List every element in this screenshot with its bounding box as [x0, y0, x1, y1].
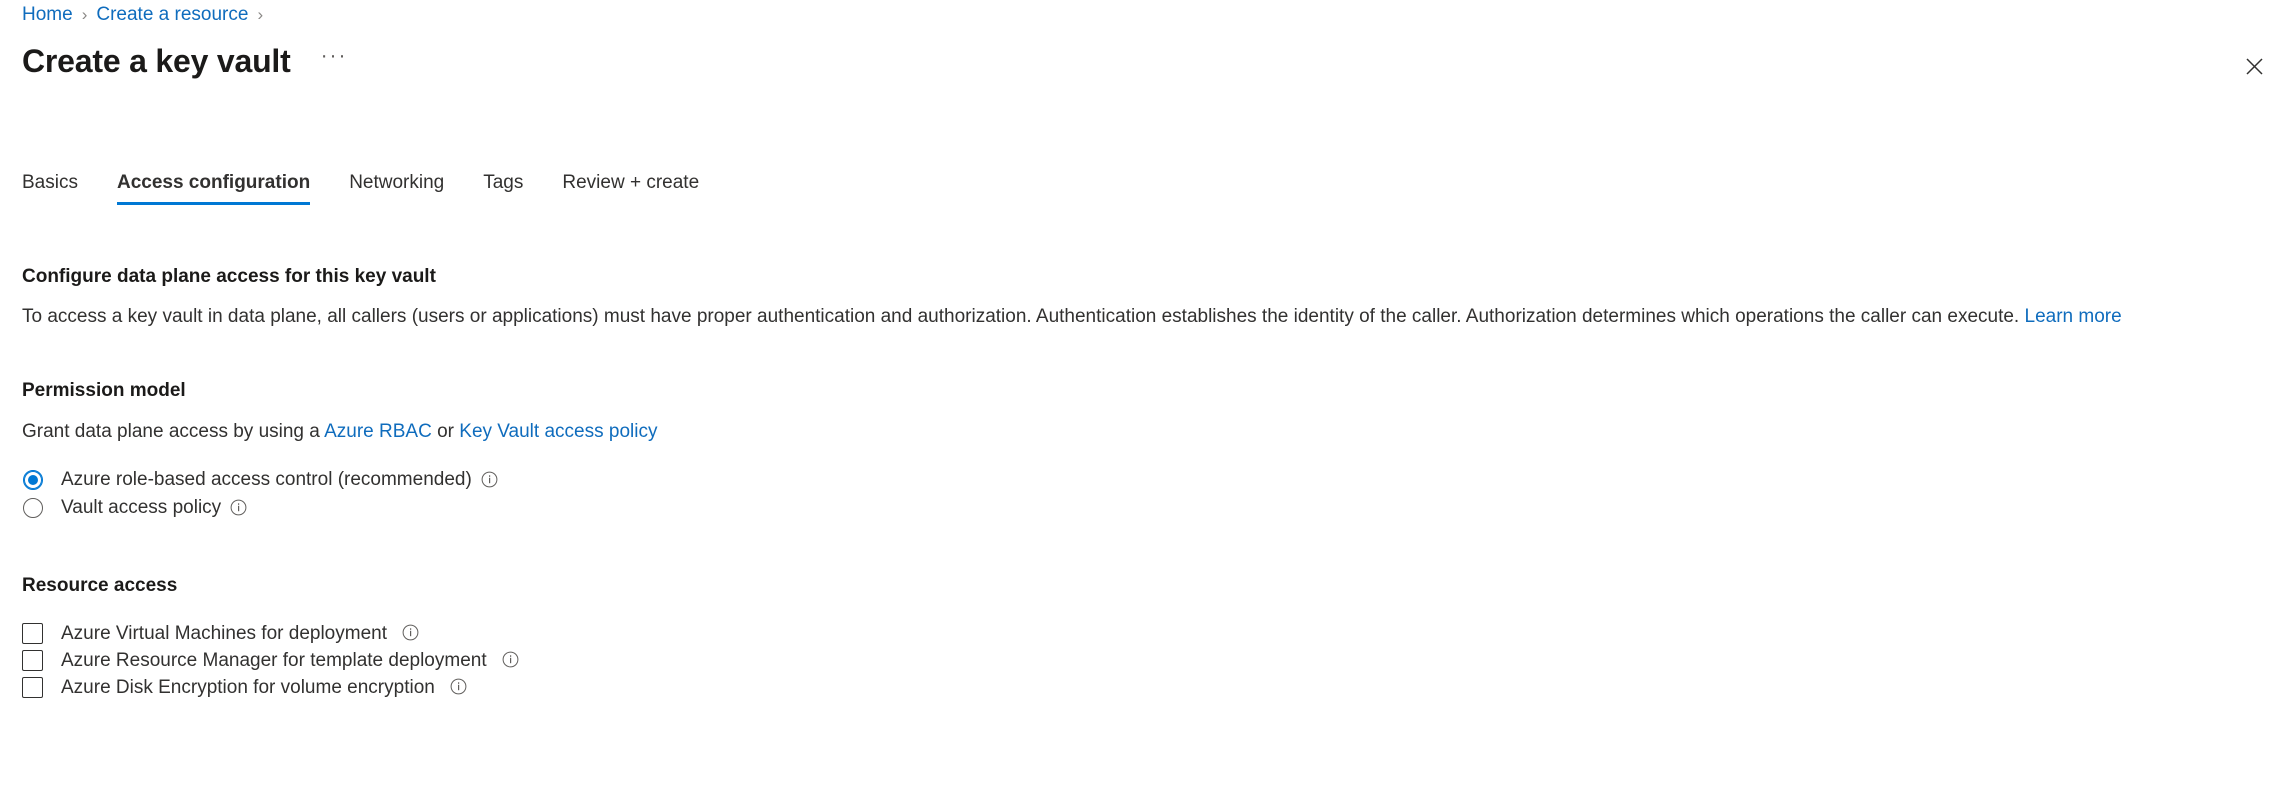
tab-label: Access configuration — [116, 172, 311, 193]
checkbox-azure-virtual-machines[interactable]: Azure Virtual Machines for deployment — [22, 620, 2267, 647]
breadcrumb-item-create-a-resource[interactable]: Create a resource — [96, 3, 248, 27]
checkbox-label: Azure Disk Encryption for volume encrypt… — [61, 676, 435, 698]
tab-label: Review + create — [562, 172, 700, 193]
wizard-tabs: Basics Access configuration Networking T… — [22, 163, 699, 205]
permission-model-heading: Permission model — [22, 380, 186, 401]
resource-access-checkbox-group: Azure Virtual Machines for deployment Az… — [22, 620, 2267, 701]
title-row: Create a key vault ··· — [22, 42, 348, 80]
radio-azure-rbac[interactable]: Azure role-based access control (recomme… — [22, 466, 2267, 494]
tab-panel-access-configuration: Configure data plane access for this key… — [22, 265, 2267, 701]
tab-basics[interactable]: Basics — [22, 172, 78, 205]
info-icon[interactable] — [502, 651, 519, 668]
breadcrumb-item-home[interactable]: Home — [22, 3, 73, 27]
breadcrumb: Home › Create a resource › — [22, 3, 272, 27]
learn-more-link[interactable]: Learn more — [2025, 306, 2122, 327]
radio-label: Vault access policy — [61, 497, 222, 518]
checkbox-label: Azure Resource Manager for template depl… — [61, 649, 487, 671]
close-icon[interactable] — [2235, 47, 2273, 85]
checkbox-label: Azure Virtual Machines for deployment — [61, 622, 387, 644]
tab-access-configuration[interactable]: Access configuration — [116, 172, 311, 205]
checkbox-azure-disk-encryption[interactable]: Azure Disk Encryption for volume encrypt… — [22, 674, 2267, 701]
permission-model-radio-group: Azure role-based access control (recomme… — [22, 466, 2267, 522]
tab-networking[interactable]: Networking — [349, 172, 444, 205]
tab-label: Basics — [22, 172, 78, 193]
section-description-text: To access a key vault in data plane, all… — [22, 306, 2020, 327]
checkbox-azure-resource-manager[interactable]: Azure Resource Manager for template depl… — [22, 647, 2267, 674]
section-title: Configure data plane access for this key… — [22, 266, 436, 287]
tab-tags[interactable]: Tags — [483, 172, 523, 205]
grant-middle-text: or — [437, 421, 454, 442]
info-icon[interactable] — [230, 499, 247, 516]
info-icon[interactable] — [402, 624, 419, 641]
tab-label: Networking — [349, 172, 445, 193]
checkbox-indicator[interactable] — [22, 677, 43, 698]
key-vault-access-policy-link[interactable]: Key Vault access policy — [459, 421, 657, 442]
more-options-ellipsis-icon[interactable]: ··· — [321, 45, 348, 66]
azure-rbac-link[interactable]: Azure RBAC — [324, 421, 432, 442]
permission-model-description: Grant data plane access by using a Azure… — [22, 420, 2267, 444]
radio-indicator-unselected[interactable] — [23, 498, 43, 518]
page-title: Create a key vault — [22, 43, 291, 79]
resource-access-heading: Resource access — [22, 575, 178, 596]
breadcrumb-chevron-icon: › — [257, 5, 264, 24]
create-key-vault-blade: Home › Create a resource › Create a key … — [0, 0, 2289, 796]
info-icon[interactable] — [450, 678, 467, 695]
info-icon[interactable] — [481, 471, 498, 488]
section-description: To access a key vault in data plane, all… — [22, 305, 2267, 329]
checkbox-indicator[interactable] — [22, 623, 43, 644]
grant-prefix-text: Grant data plane access by using a — [22, 421, 320, 442]
radio-label: Azure role-based access control (recomme… — [61, 469, 472, 490]
checkbox-indicator[interactable] — [22, 650, 43, 671]
tab-label: Tags — [483, 172, 524, 193]
breadcrumb-chevron-icon: › — [81, 5, 88, 24]
radio-indicator-selected[interactable] — [23, 470, 43, 490]
tab-review-create[interactable]: Review + create — [562, 172, 699, 205]
radio-vault-access-policy[interactable]: Vault access policy — [22, 494, 2267, 522]
